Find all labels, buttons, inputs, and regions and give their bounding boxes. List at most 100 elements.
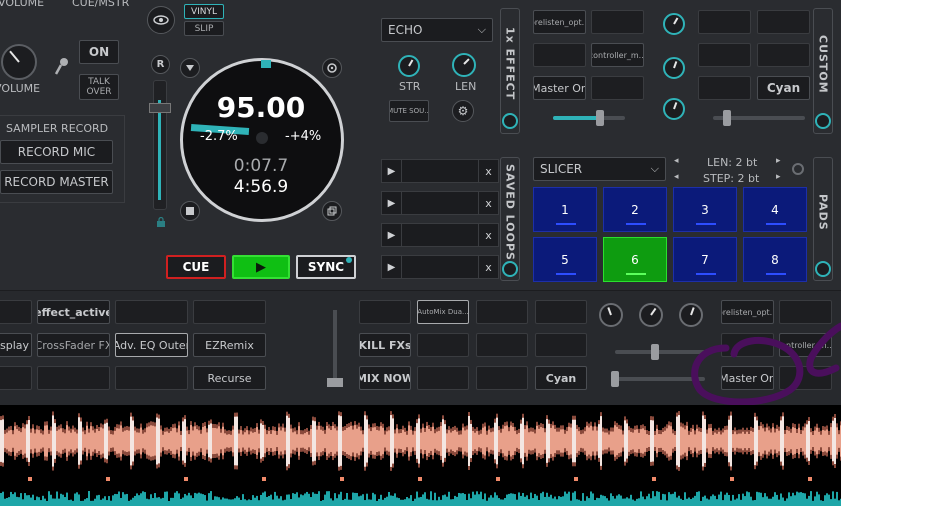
automix-dual-button[interactable]: AutoMix Dua...	[417, 300, 469, 324]
pads-step-prev[interactable]: ◂	[674, 172, 679, 182]
volume-knob[interactable]	[1, 44, 37, 80]
record-master-button[interactable]: RECORD MASTER	[0, 170, 113, 194]
pads-step-next[interactable]: ▸	[776, 172, 781, 182]
custom-controller-button[interactable]: controller_m...	[591, 43, 644, 67]
saved-loop-slot-1[interactable]: ▶ x	[381, 159, 499, 183]
mix-now-button[interactable]: MIX NOW	[359, 366, 411, 390]
eye-icon[interactable]	[147, 6, 175, 34]
stop-icon[interactable]	[180, 201, 200, 221]
custom-master-on-button[interactable]: Master On	[533, 76, 586, 100]
custom-slider-b-thumb[interactable]	[723, 110, 731, 126]
play-icon[interactable]: ▶	[382, 256, 402, 278]
bottom-slot-button[interactable]	[359, 300, 411, 324]
pads-panel-toggle[interactable]	[815, 261, 831, 277]
display-button[interactable]: splay	[0, 333, 32, 357]
custom-slot-button[interactable]	[698, 76, 751, 100]
lock-icon[interactable]	[156, 212, 166, 231]
bottom-slider-b-thumb[interactable]	[611, 371, 619, 387]
pad-7[interactable]: 7	[673, 237, 737, 282]
custom-prelisten-button[interactable]: prelisten_opt...	[533, 10, 586, 34]
slip-button[interactable]: SLIP	[184, 21, 224, 36]
bottom-slot-button[interactable]	[115, 300, 188, 324]
effect-active-button[interactable]: effect_active	[37, 300, 110, 324]
close-icon[interactable]: x	[478, 256, 498, 278]
bottom-slot-button[interactable]	[0, 300, 32, 324]
microphone-icon[interactable]	[53, 56, 71, 82]
cue-button[interactable]: CUE	[166, 255, 226, 279]
custom-slot-button[interactable]	[533, 43, 586, 67]
close-icon[interactable]: x	[478, 224, 498, 246]
play-button[interactable]: ▶	[232, 255, 290, 279]
saved-loop-slot-4[interactable]: ▶ x	[381, 255, 499, 279]
mute-sound-button[interactable]: MUTE SOU...	[389, 100, 429, 122]
custom-slot-button[interactable]	[698, 10, 751, 34]
pads-mode-select[interactable]: SLICER ⌵	[533, 157, 666, 181]
pads-len-prev[interactable]: ◂	[674, 156, 679, 166]
custom-knob-1[interactable]	[663, 13, 685, 35]
bottom-slot-button[interactable]	[417, 366, 469, 390]
pad-4[interactable]: 4	[743, 187, 807, 232]
bottom-slider-a-thumb[interactable]	[651, 344, 659, 360]
kill-fxs-button[interactable]: KILL FXs	[359, 333, 411, 357]
bottom-cyan-button[interactable]: Cyan	[535, 366, 587, 390]
vinyl-button[interactable]: VINYL	[184, 4, 224, 19]
pad-6[interactable]: 6	[603, 237, 667, 282]
custom-slot-button[interactable]	[757, 43, 810, 67]
pad-3[interactable]: 3	[673, 187, 737, 232]
bottom-slot-button[interactable]	[476, 366, 528, 390]
saved-loop-slot-2[interactable]: ▶ x	[381, 191, 499, 215]
play-icon[interactable]: ▶	[382, 192, 402, 214]
close-icon[interactable]: x	[478, 160, 498, 182]
pad-1[interactable]: 1	[533, 187, 597, 232]
saved-loop-slot-3[interactable]: ▶ x	[381, 223, 499, 247]
layers-icon[interactable]	[322, 201, 342, 221]
bottom-slot-button[interactable]	[37, 366, 110, 390]
custom-knob-3[interactable]	[663, 98, 685, 120]
mic-on-button[interactable]: ON	[79, 40, 119, 64]
custom-slider-a-thumb[interactable]	[596, 110, 604, 126]
effect-select[interactable]: ECHO ⌵	[381, 18, 493, 42]
bottom-knob-2[interactable]	[639, 303, 663, 327]
bottom-knob-1[interactable]	[599, 303, 623, 327]
custom-knob-2[interactable]	[663, 57, 685, 79]
custom-cyan-button[interactable]: Cyan	[757, 76, 810, 100]
chevron-down-icon[interactable]	[180, 58, 200, 78]
pads-settings-dot[interactable]	[792, 163, 804, 175]
bottom-slot-button[interactable]	[535, 300, 587, 324]
adv-eq-outer-button[interactable]: Adv. EQ Outer	[115, 333, 188, 357]
reverse-button[interactable]: R	[151, 55, 170, 74]
bottom-slot-button[interactable]	[476, 333, 528, 357]
waveform-display[interactable]	[0, 405, 841, 506]
effect-str-knob[interactable]	[398, 55, 420, 77]
pad-5[interactable]: 5	[533, 237, 597, 282]
pad-2[interactable]: 2	[603, 187, 667, 232]
close-icon[interactable]: x	[478, 192, 498, 214]
master-fader-track[interactable]	[333, 310, 337, 386]
bottom-slot-button[interactable]	[476, 300, 528, 324]
custom-slot-button[interactable]	[757, 10, 810, 34]
bottom-slot-button[interactable]	[193, 300, 266, 324]
play-icon[interactable]: ▶	[382, 224, 402, 246]
recurse-button[interactable]: Recurse	[193, 366, 266, 390]
custom-slot-button[interactable]	[591, 76, 644, 100]
master-fader-thumb[interactable]	[327, 378, 343, 387]
custom-slot-button[interactable]	[591, 10, 644, 34]
custom-panel-toggle[interactable]	[815, 113, 831, 129]
bottom-slot-button[interactable]	[535, 333, 587, 357]
custom-slot-button[interactable]	[698, 43, 751, 67]
bottom-slot-button[interactable]	[417, 333, 469, 357]
record-mic-button[interactable]: RECORD MIC	[0, 140, 113, 164]
bottom-slot-button[interactable]	[0, 366, 32, 390]
saved-loops-panel-toggle[interactable]	[502, 261, 518, 277]
vinyl-mode-icon[interactable]	[322, 58, 342, 78]
pads-len-next[interactable]: ▸	[776, 156, 781, 166]
gear-icon[interactable]: ⚙	[452, 100, 474, 122]
pitch-slider-thumb[interactable]	[149, 103, 171, 113]
play-icon[interactable]: ▶	[382, 160, 402, 182]
bottom-slot-button[interactable]	[115, 366, 188, 390]
talk-over-button[interactable]: TALK OVER	[79, 74, 119, 100]
effect-panel-toggle[interactable]	[502, 113, 518, 129]
ezremix-button[interactable]: EZRemix	[193, 333, 266, 357]
crossfader-fx-button[interactable]: CrossFader FX	[37, 333, 110, 357]
pad-8[interactable]: 8	[743, 237, 807, 282]
